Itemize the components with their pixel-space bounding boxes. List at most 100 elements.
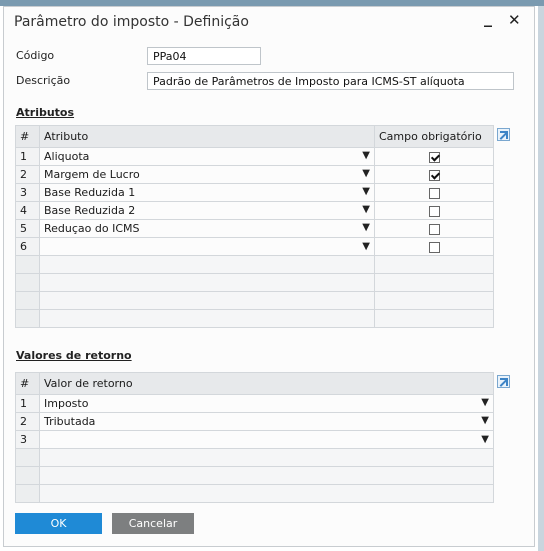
row-number: 2 xyxy=(15,165,40,184)
dropdown-arrow-icon[interactable]: ▼ xyxy=(362,150,370,161)
atributo-cell xyxy=(39,255,375,274)
atributo-cell[interactable]: Base Reduzida 2 ▼ xyxy=(39,201,375,220)
empty-row xyxy=(15,466,494,485)
atributo-cell[interactable]: Reduçao do ICMS ▼ xyxy=(39,219,375,238)
dropdown-arrow-icon[interactable]: ▼ xyxy=(481,415,489,426)
row-number xyxy=(15,273,40,292)
row-number xyxy=(15,309,40,328)
row-number: 1 xyxy=(15,147,40,166)
atributos-table: # Atributo Campo obrigatório 1 Aliquota ▼ 2… xyxy=(15,125,494,328)
row-number xyxy=(15,291,40,310)
table-row[interactable]: 3 ▼ xyxy=(15,430,494,449)
atributo-cell xyxy=(39,309,375,328)
empty-row xyxy=(15,291,494,310)
row-number: 3 xyxy=(15,183,40,202)
table-row[interactable]: 5 Reduçao do ICMS ▼ xyxy=(15,219,494,238)
column-header-atributo[interactable]: Atributo xyxy=(39,125,375,148)
dropdown-arrow-icon[interactable]: ▼ xyxy=(362,241,370,252)
row-number: 4 xyxy=(15,201,40,220)
row-number xyxy=(15,255,40,274)
required-checkbox[interactable] xyxy=(428,151,440,163)
campo-obrigatorio-cell[interactable] xyxy=(374,201,494,220)
column-header-num: # xyxy=(15,372,40,395)
valor-value: Tributada xyxy=(44,415,96,428)
required-checkbox[interactable] xyxy=(428,205,440,217)
required-checkbox[interactable] xyxy=(428,223,440,235)
atributo-cell[interactable]: Margem de Lucro ▼ xyxy=(39,165,375,184)
title-bar[interactable]: Parâmetro do imposto - Definição _ ✕ xyxy=(4,7,534,37)
parameter-dialog: Parâmetro do imposto - Definição _ ✕ Cód… xyxy=(3,6,535,547)
minimize-button[interactable]: _ xyxy=(484,8,492,27)
required-checkbox[interactable] xyxy=(428,187,440,199)
close-button[interactable]: ✕ xyxy=(508,11,521,29)
atributo-cell xyxy=(39,291,375,310)
valor-cell xyxy=(39,484,494,503)
table-row[interactable]: 6 ▼ xyxy=(15,237,494,256)
valor-cell xyxy=(39,466,494,485)
dropdown-arrow-icon[interactable]: ▼ xyxy=(362,168,370,179)
dialog-title: Parâmetro do imposto - Definição xyxy=(14,14,249,30)
campo-obrigatorio-cell[interactable] xyxy=(374,237,494,256)
empty-row xyxy=(15,255,494,274)
codigo-label: Código xyxy=(16,49,55,62)
row-number: 5 xyxy=(15,219,40,238)
valor-cell[interactable]: Imposto ▼ xyxy=(39,394,494,413)
row-number: 1 xyxy=(15,394,40,413)
row-number: 6 xyxy=(15,237,40,256)
table-row[interactable]: 2 Margem de Lucro ▼ xyxy=(15,165,494,184)
empty-row xyxy=(15,448,494,467)
column-header-campo-obrigatorio[interactable]: Campo obrigatório xyxy=(374,125,494,148)
background-right xyxy=(538,6,544,551)
valores-section-label: Valores de retorno xyxy=(16,349,132,362)
atributo-value: Base Reduzida 2 xyxy=(44,204,136,217)
descricao-input[interactable] xyxy=(147,72,514,90)
atributo-cell[interactable]: ▼ xyxy=(39,237,375,256)
valor-value: Imposto xyxy=(44,397,89,410)
row-number: 2 xyxy=(15,412,40,431)
valor-cell xyxy=(39,448,494,467)
table-row[interactable]: 1 Imposto ▼ xyxy=(15,394,494,413)
campo-obrigatorio-cell[interactable] xyxy=(374,183,494,202)
table-row[interactable]: 3 Base Reduzida 1 ▼ xyxy=(15,183,494,202)
required-checkbox[interactable] xyxy=(428,169,440,181)
dropdown-arrow-icon[interactable]: ▼ xyxy=(362,204,370,215)
table-row[interactable]: 4 Base Reduzida 2 ▼ xyxy=(15,201,494,220)
campo-obrigatorio-cell[interactable] xyxy=(374,165,494,184)
atributo-value: Margem de Lucro xyxy=(44,168,140,181)
campo-obrigatorio-cell[interactable] xyxy=(374,147,494,166)
dropdown-arrow-icon[interactable]: ▼ xyxy=(362,186,370,197)
column-header-valor-retorno[interactable]: Valor de retorno xyxy=(39,372,494,395)
row-number xyxy=(15,484,40,503)
required-checkbox[interactable] xyxy=(428,241,440,253)
expand-arrow-icon[interactable] xyxy=(497,375,510,388)
atributo-value: Reduçao do ICMS xyxy=(44,222,140,235)
campo-obrigatorio-cell[interactable] xyxy=(374,219,494,238)
empty-row xyxy=(15,273,494,292)
codigo-input[interactable] xyxy=(147,47,261,65)
row-number xyxy=(15,448,40,467)
atributo-cell[interactable]: Base Reduzida 1 ▼ xyxy=(39,183,375,202)
column-header-num: # xyxy=(15,125,40,148)
cancel-button[interactable]: Cancelar xyxy=(112,513,194,534)
dropdown-arrow-icon[interactable]: ▼ xyxy=(362,222,370,233)
valores-table: # Valor de retorno 1 Imposto ▼ 2 Tributada ▼ 3… xyxy=(15,372,494,503)
campo-obrigatorio-cell xyxy=(374,309,494,328)
dropdown-arrow-icon[interactable]: ▼ xyxy=(481,434,489,445)
table-row[interactable]: 2 Tributada ▼ xyxy=(15,412,494,431)
atributo-cell xyxy=(39,273,375,292)
empty-row xyxy=(15,309,494,328)
ok-button[interactable]: OK xyxy=(15,513,102,534)
expand-arrow-icon[interactable] xyxy=(497,128,510,141)
descricao-label: Descrição xyxy=(16,74,71,87)
atributo-cell[interactable]: Aliquota ▼ xyxy=(39,147,375,166)
row-number: 3 xyxy=(15,430,40,449)
table-row[interactable]: 1 Aliquota ▼ xyxy=(15,147,494,166)
valor-cell[interactable]: Tributada ▼ xyxy=(39,412,494,431)
atributo-value: Aliquota xyxy=(44,150,90,163)
campo-obrigatorio-cell xyxy=(374,255,494,274)
campo-obrigatorio-cell xyxy=(374,273,494,292)
dropdown-arrow-icon[interactable]: ▼ xyxy=(481,397,489,408)
valor-cell[interactable]: ▼ xyxy=(39,430,494,449)
atributo-value: Base Reduzida 1 xyxy=(44,186,136,199)
campo-obrigatorio-cell xyxy=(374,291,494,310)
